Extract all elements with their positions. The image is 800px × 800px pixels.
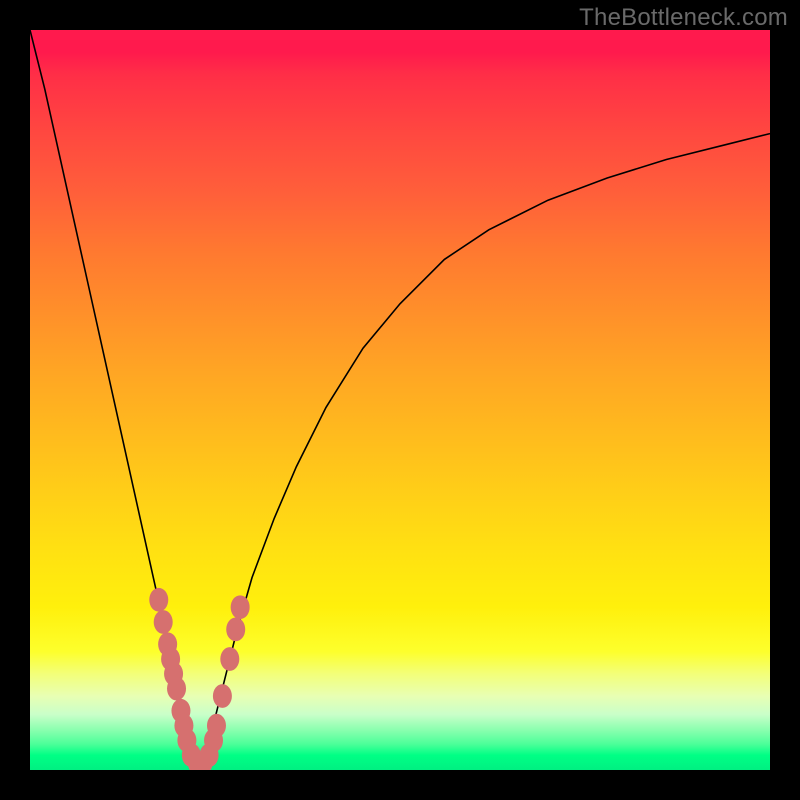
marker-point [167, 677, 186, 701]
markers-group [149, 588, 249, 770]
watermark-text: TheBottleneck.com [579, 4, 788, 32]
marker-point [231, 595, 250, 619]
marker-point [149, 588, 168, 612]
chart-svg [30, 30, 770, 770]
outer-frame: TheBottleneck.com [0, 0, 800, 800]
marker-point [154, 610, 173, 634]
right-branch-curve [200, 134, 770, 770]
marker-point [220, 647, 239, 671]
plot-area [30, 30, 770, 770]
marker-point [207, 714, 226, 738]
marker-point [213, 684, 232, 708]
marker-point [226, 618, 245, 642]
